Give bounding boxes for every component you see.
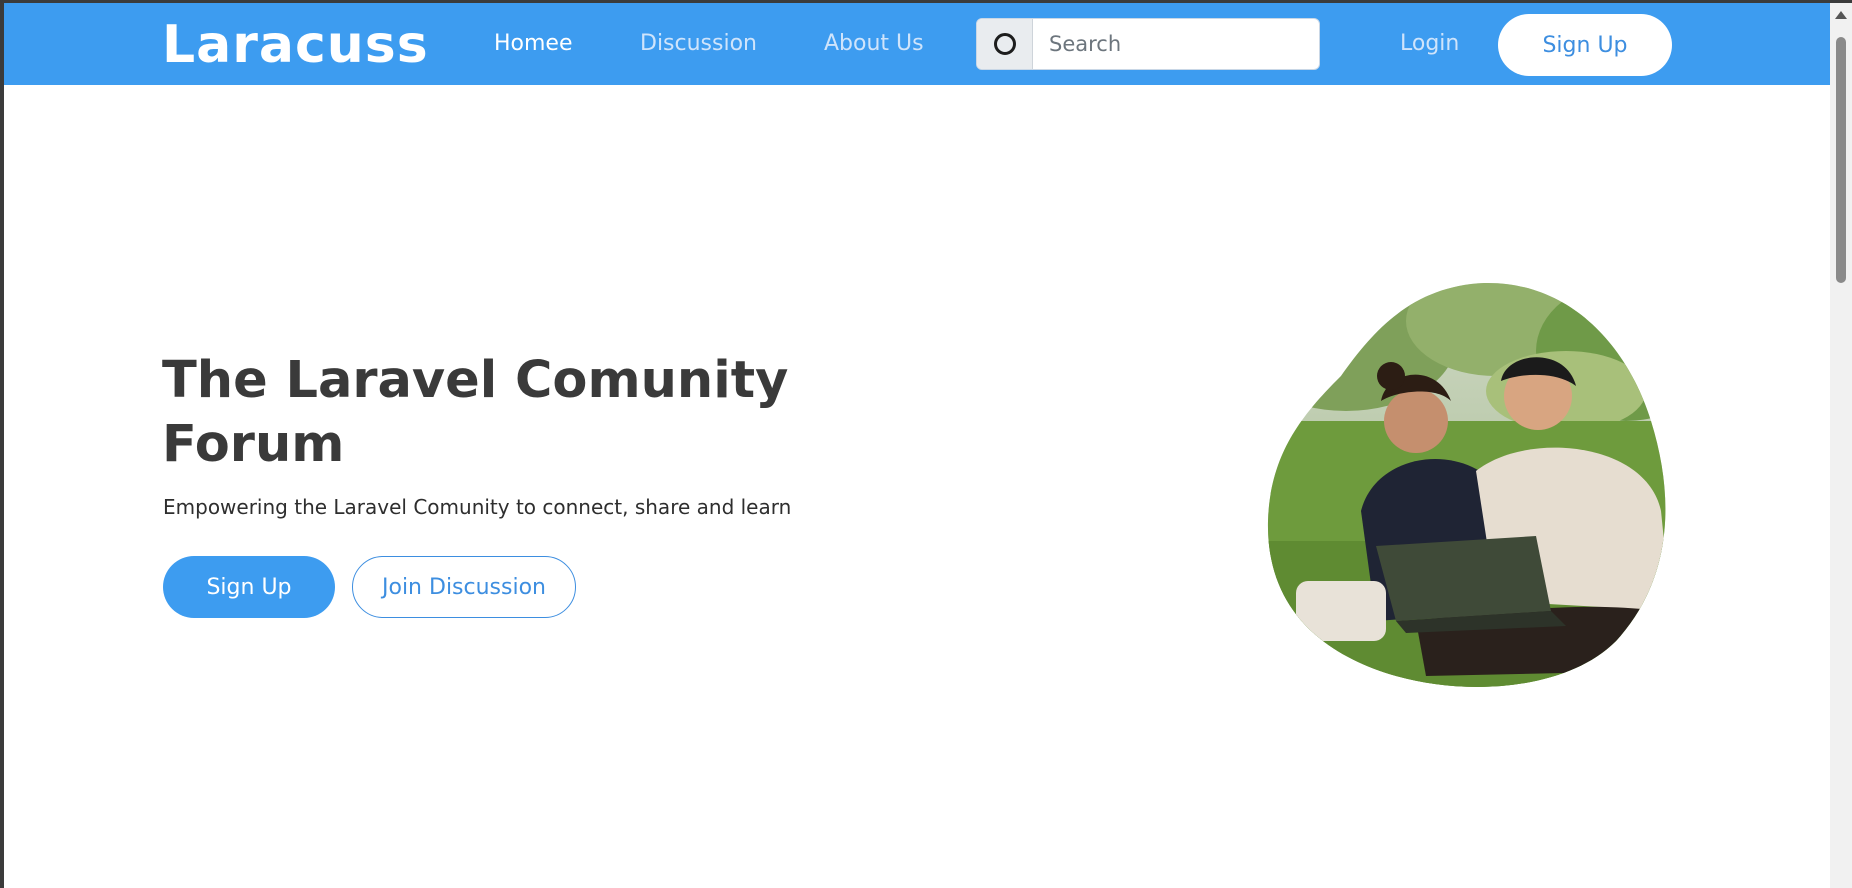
nav-signup-button[interactable]: Sign Up <box>1498 14 1672 76</box>
scroll-up-arrow-icon[interactable] <box>1835 11 1847 19</box>
vertical-scrollbar[interactable] <box>1830 3 1852 888</box>
scroll-thumb[interactable] <box>1836 37 1846 283</box>
join-discussion-button[interactable]: Join Discussion <box>352 556 576 618</box>
hero-subtitle: Empowering the Laravel Comunity to conne… <box>163 495 792 519</box>
nav-link-discussion[interactable]: Discussion <box>640 29 757 59</box>
search-button[interactable] <box>977 19 1033 69</box>
search-icon <box>993 33 1016 55</box>
hero-image <box>1267 282 1666 687</box>
hero-title: The Laravel Comunity Forum <box>162 351 789 474</box>
search-input[interactable] <box>1033 19 1319 69</box>
browser-window: Laracuss Homee Discussion About Us Login… <box>0 0 1852 888</box>
brand-logo[interactable]: Laracuss <box>162 15 429 75</box>
search-bar <box>976 18 1320 70</box>
login-link[interactable]: Login <box>1400 29 1459 59</box>
nav-link-home[interactable]: Homee <box>494 29 573 59</box>
navbar: Laracuss Homee Discussion About Us Login… <box>4 3 1830 85</box>
nav-link-about-us[interactable]: About Us <box>824 29 924 59</box>
hero-signup-button[interactable]: Sign Up <box>163 556 335 618</box>
